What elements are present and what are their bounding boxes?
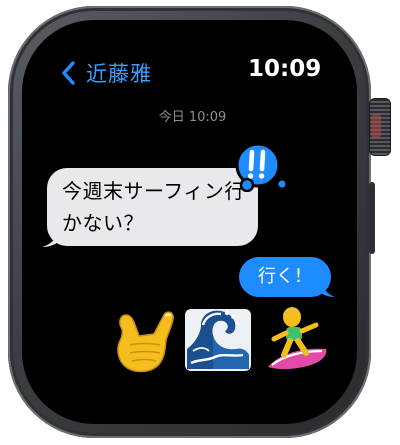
call-me-hand-emoji[interactable]	[108, 303, 178, 375]
exclamation-tapback-icon[interactable]	[232, 140, 286, 192]
clock: 10:09	[248, 56, 322, 82]
back-button[interactable]: 近藤雅	[60, 58, 152, 88]
chevron-left-icon	[62, 61, 75, 85]
water-wave-emoji[interactable]	[183, 303, 253, 375]
apple-watch-device: 近藤雅 10:09 今日 10:09 今週末サーフィン行かない？ 行く！	[0, 0, 400, 445]
person-surfing-emoji[interactable]	[262, 303, 332, 375]
contact-name: 近藤雅	[86, 62, 152, 86]
outgoing-message-text: 行く！	[258, 266, 312, 287]
side-button[interactable]	[369, 182, 375, 254]
incoming-message-text: 今週末サーフィン行かない？	[62, 179, 245, 235]
message-timestamp: 今日 10:09	[158, 110, 227, 125]
